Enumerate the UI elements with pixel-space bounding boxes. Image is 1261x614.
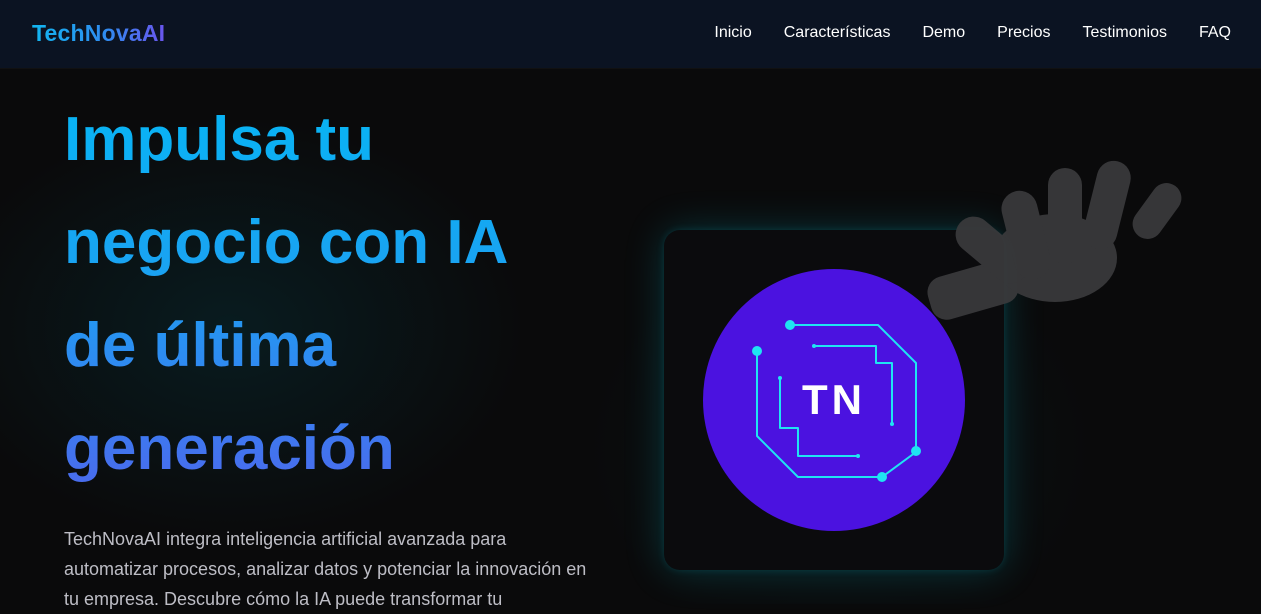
nav-link-inicio[interactable]: Inicio [714,24,751,42]
nav-link-faq[interactable]: FAQ [1199,24,1231,42]
hero-title-line-1: Impulsa tu [64,105,375,174]
logo-monogram: TN [802,376,866,423]
hero-title-line-2: negocio con [64,208,430,277]
hero-title-line-4: generación [64,414,395,483]
hero-title-line-3: de última [64,311,337,380]
robot-hand-icon [927,160,1182,320]
nav-link-demo[interactable]: Demo [922,24,965,42]
brand-logo[interactable]: TechNovaAI [32,20,165,47]
hero-title: Impulsa tu negocio con IA de última gene… [64,88,624,500]
site-header: TechNovaAI Inicio Características Demo P… [0,0,1261,68]
nav-link-precios[interactable]: Precios [997,24,1050,42]
nav-link-testimonios[interactable]: Testimonios [1083,24,1167,42]
hero-title-highlight: IA [446,208,509,277]
nav-link-caracteristicas[interactable]: Características [784,24,891,42]
main-nav: Inicio Características Demo Precios Test… [714,24,1231,42]
hero-description: TechNovaAI integra inteligencia artifici… [64,529,587,609]
